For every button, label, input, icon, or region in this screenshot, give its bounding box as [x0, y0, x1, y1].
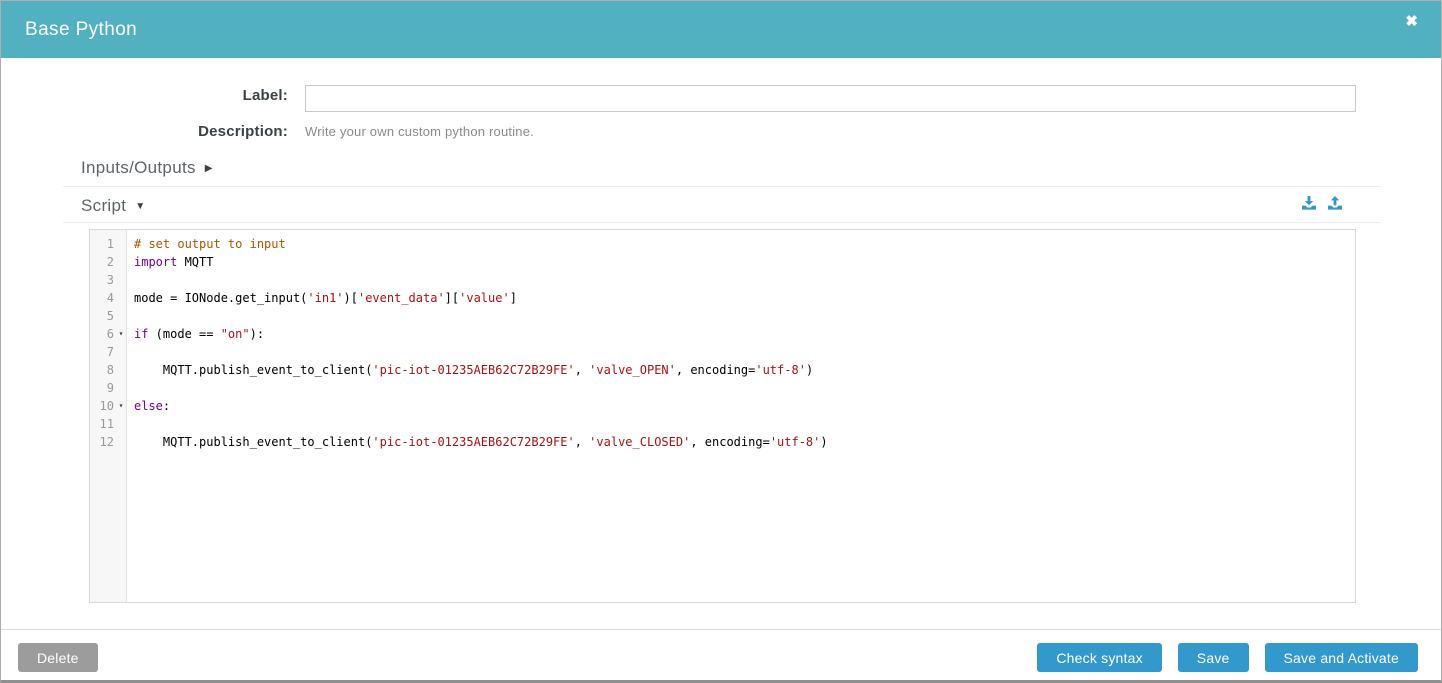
section-divider: [63, 186, 1381, 187]
description-text: Write your own custom python routine.: [305, 124, 534, 139]
code-text: [128, 343, 134, 361]
line-number: 10: [90, 397, 114, 415]
dialog-header: Base Python ✖: [1, 1, 1441, 58]
section-divider: [63, 222, 1381, 223]
fold-arrow-icon[interactable]: ▾: [114, 325, 128, 343]
code-text: MQTT.publish_event_to_client('pic-iot-01…: [128, 433, 828, 451]
fold-gutter-spacer: [114, 289, 128, 307]
fold-gutter-spacer: [114, 271, 128, 289]
code-line[interactable]: 1 # set output to input: [90, 235, 1355, 253]
code-text: mode = IONode.get_input('in1')['event_da…: [128, 289, 517, 307]
delete-button[interactable]: Delete: [18, 643, 98, 672]
fold-gutter-spacer: [114, 379, 128, 397]
fold-gutter-spacer: [114, 361, 128, 379]
code-line[interactable]: 6▾if (mode == "on"):: [90, 325, 1355, 343]
save-and-activate-button[interactable]: Save and Activate: [1265, 643, 1418, 672]
dialog-title: Base Python: [25, 19, 137, 41]
line-number: 1: [90, 235, 114, 253]
inputs-outputs-label: Inputs/Outputs: [81, 158, 196, 178]
code-line[interactable]: 3: [90, 271, 1355, 289]
fold-gutter-spacer: [114, 253, 128, 271]
line-number: 12: [90, 433, 114, 451]
script-file-actions: [1301, 195, 1343, 211]
chevron-right-icon: ▶: [205, 162, 213, 174]
label-field-label: Label:: [101, 87, 288, 104]
code-text: if (mode == "on"):: [128, 325, 264, 343]
fold-gutter-spacer: [114, 307, 128, 325]
line-number: 8: [90, 361, 114, 379]
footer-actions: Check syntax Save Save and Activate: [1037, 643, 1418, 672]
line-number: 2: [90, 253, 114, 271]
code-line[interactable]: 5: [90, 307, 1355, 325]
save-button[interactable]: Save: [1178, 643, 1249, 672]
script-code-editor[interactable]: 1 # set output to input 2 import MQTT 34 mode…: [89, 229, 1356, 603]
line-number: 7: [90, 343, 114, 361]
inputs-outputs-section-toggle[interactable]: Inputs/Outputs ▶: [81, 158, 213, 178]
fold-arrow-icon[interactable]: ▾: [114, 397, 128, 415]
code-line[interactable]: 2 import MQTT: [90, 253, 1355, 271]
fold-gutter-spacer: [114, 415, 128, 433]
code-line[interactable]: 9: [90, 379, 1355, 397]
code-text: import MQTT: [128, 253, 213, 271]
code-text: [128, 307, 134, 325]
line-number: 11: [90, 415, 114, 433]
code-text: [128, 415, 134, 433]
line-number: 3: [90, 271, 114, 289]
line-number: 9: [90, 379, 114, 397]
line-number: 5: [90, 307, 114, 325]
code-line[interactable]: 11: [90, 415, 1355, 433]
code-line[interactable]: 10▾else:: [90, 397, 1355, 415]
editor-lines: 1 # set output to input 2 import MQTT 34 mode…: [90, 235, 1355, 451]
code-line[interactable]: 8 MQTT.publish_event_to_client('pic-iot-…: [90, 361, 1355, 379]
script-label: Script: [81, 196, 126, 216]
check-syntax-button[interactable]: Check syntax: [1037, 643, 1161, 672]
code-text: # set output to input: [128, 235, 286, 253]
line-number: 4: [90, 289, 114, 307]
code-line[interactable]: 4 mode = IONode.get_input('in1')['event_d…: [90, 289, 1355, 307]
fold-gutter-spacer: [114, 343, 128, 361]
fold-gutter-spacer: [114, 235, 128, 253]
fold-gutter-spacer: [114, 433, 128, 451]
code-text: MQTT.publish_event_to_client('pic-iot-01…: [128, 361, 813, 379]
chevron-down-icon: ▼: [135, 200, 145, 212]
upload-icon[interactable]: [1327, 195, 1343, 211]
base-python-dialog: Base Python ✖ Label: Description: Write …: [0, 0, 1442, 683]
code-text: [128, 379, 134, 397]
close-icon[interactable]: ✖: [1405, 14, 1418, 29]
line-number: 6: [90, 325, 114, 343]
label-input[interactable]: [305, 85, 1356, 112]
code-text: else:: [128, 397, 170, 415]
code-line[interactable]: 7: [90, 343, 1355, 361]
download-icon[interactable]: [1301, 195, 1317, 211]
dialog-footer: Delete Check syntax Save Save and Activa…: [1, 629, 1441, 683]
description-label: Description:: [101, 123, 288, 140]
script-section-toggle[interactable]: Script ▼: [81, 196, 145, 216]
code-line[interactable]: 12 MQTT.publish_event_to_client('pic-iot…: [90, 433, 1355, 451]
code-text: [128, 271, 134, 289]
